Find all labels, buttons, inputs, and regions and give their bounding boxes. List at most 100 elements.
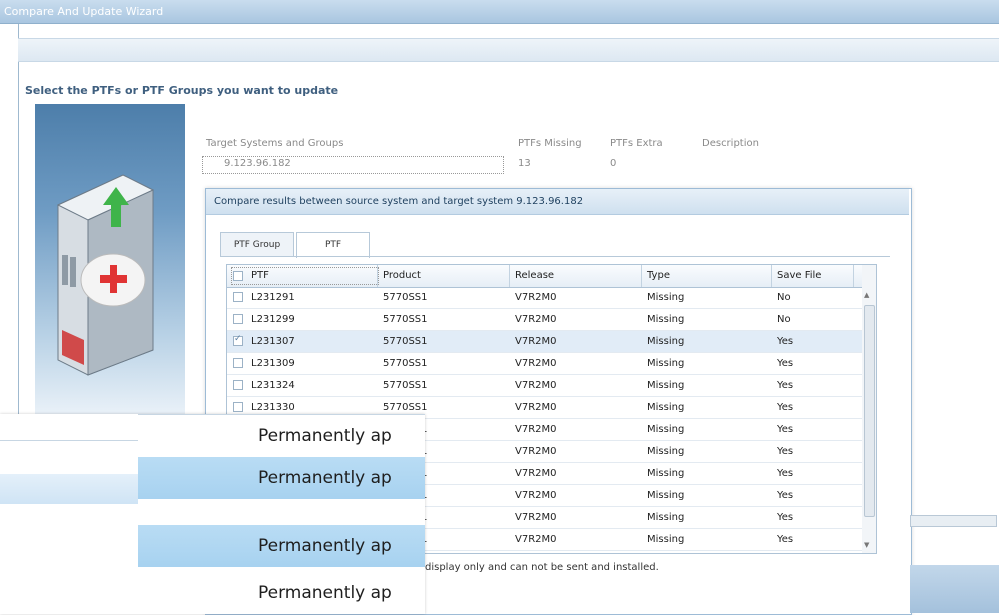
cell-save: Yes [777,402,794,413]
cell-type: Missing [647,534,685,545]
table-row[interactable]: L231299 5770SS1 V7R2M0 Missing No [227,309,863,331]
cell-release: V7R2M0 [515,336,557,347]
tab-divider [220,256,890,257]
cell-save: Yes [777,424,794,435]
cell-type: Missing [647,336,685,347]
bottom-button-bar [910,565,999,613]
cell-save: Yes [777,512,794,523]
footnote-text: display only and can not be sent and ins… [425,562,659,573]
cell-save: Yes [777,468,794,479]
progress-bar [910,515,997,527]
cell-type: Missing [647,358,685,369]
cell-type: Missing [647,402,685,413]
menu-item[interactable]: Permanently ap [138,457,425,499]
cell-ptf: L231330 [251,402,295,413]
menu-item[interactable]: Permanently ap [138,572,425,614]
cell-save: Yes [777,336,794,347]
col-separator[interactable] [641,265,642,287]
cell-ptf: L231291 [251,292,295,303]
col-ptfs-extra: PTFs Extra [610,138,663,149]
row-checkbox[interactable] [233,314,243,324]
row-checkbox[interactable] [233,292,243,302]
cell-save: No [777,314,791,325]
dialog-title: Compare results between source system an… [206,189,909,215]
cell-product: 5770SS1 [383,336,428,347]
table-row[interactable]: L231309 5770SS1 V7R2M0 Missing Yes [227,353,863,375]
cell-type: Missing [647,424,685,435]
row-checkbox[interactable] [233,380,243,390]
cell-release: V7R2M0 [515,380,557,391]
cell-ptf: L231324 [251,380,295,391]
cell-type: Missing [647,446,685,457]
menu-left-blank [0,414,138,441]
server-update-icon [56,174,155,376]
cell-release: V7R2M0 [515,314,557,325]
cell-product: 5770SS1 [383,402,428,413]
cell-release: V7R2M0 [515,402,557,413]
target-missing-count: 13 [518,158,531,169]
col-separator[interactable] [377,265,378,287]
cell-release: V7R2M0 [515,446,557,457]
col-separator[interactable] [771,265,772,287]
cell-release: V7R2M0 [515,490,557,501]
cell-release: V7R2M0 [515,358,557,369]
cell-type: Missing [647,292,685,303]
window-title: Compare And Update Wizard [4,5,164,18]
scroll-thumb[interactable] [864,305,875,517]
cell-save: Yes [777,380,794,391]
cell-type: Missing [647,490,685,501]
overlay-dropdown-menu: Permanently ap Permanently ap Permanentl… [0,414,425,614]
row-checkbox[interactable] [233,334,243,346]
col-type[interactable]: Type [647,270,670,281]
targets-row[interactable]: 9.123.96.182 13 0 [200,156,999,174]
cell-product: 5770SS1 [383,358,428,369]
window-titlebar: Compare And Update Wizard [0,0,999,24]
cell-save: Yes [777,490,794,501]
cell-type: Missing [647,512,685,523]
table-row[interactable]: L231324 5770SS1 V7R2M0 Missing Yes [227,375,863,397]
col-separator[interactable] [509,265,510,287]
target-extra-count: 0 [610,158,617,169]
scroll-down-icon[interactable]: ▼ [864,541,869,549]
col-separator[interactable] [853,265,854,287]
tab-ptf-group[interactable]: PTF Group [220,232,294,257]
scroll-up-icon[interactable]: ▲ [864,291,869,299]
tab-ptf[interactable]: PTF [296,232,370,258]
col-save-file[interactable]: Save File [777,270,821,281]
row-checkbox[interactable] [233,358,243,368]
table-row[interactable]: L231307 5770SS1 V7R2M0 Missing Yes [227,331,863,353]
cell-release: V7R2M0 [515,424,557,435]
menu-left-highlight [0,474,138,504]
col-product[interactable]: Product [383,270,421,281]
col-target-systems: Target Systems and Groups [206,138,344,149]
cell-product: 5770SS1 [383,314,428,325]
table-row[interactable]: L231291 5770SS1 V7R2M0 Missing No [227,287,863,309]
col-ptf[interactable]: PTF [251,270,269,281]
cell-save: Yes [777,534,794,545]
cell-save: No [777,292,791,303]
col-description: Description [702,138,759,149]
targets-table-header: Target Systems and Groups PTFs Missing P… [200,136,999,154]
cell-product: 5770SS1 [383,292,428,303]
ptf-table-header: PTF Product Release Type Save File [227,265,863,288]
cell-type: Missing [647,380,685,391]
cell-save: Yes [777,358,794,369]
col-release[interactable]: Release [515,270,554,281]
cell-release: V7R2M0 [515,512,557,523]
row-checkbox[interactable] [233,402,243,412]
menu-item[interactable]: Permanently ap [138,525,425,567]
cell-release: V7R2M0 [515,534,557,545]
cell-type: Missing [647,314,685,325]
select-all-checkbox[interactable] [233,271,243,281]
wizard-header-band [18,38,999,62]
cell-ptf: L231299 [251,314,295,325]
menu-item[interactable]: Permanently ap [138,415,425,457]
cell-release: V7R2M0 [515,468,557,479]
target-system-name: 9.123.96.182 [224,158,291,169]
col-ptfs-missing: PTFs Missing [518,138,582,149]
cell-release: V7R2M0 [515,292,557,303]
table-scrollbar[interactable]: ▲ ▼ [862,264,877,554]
cell-type: Missing [647,468,685,479]
cell-ptf: L231309 [251,358,295,369]
cell-save: Yes [777,446,794,457]
